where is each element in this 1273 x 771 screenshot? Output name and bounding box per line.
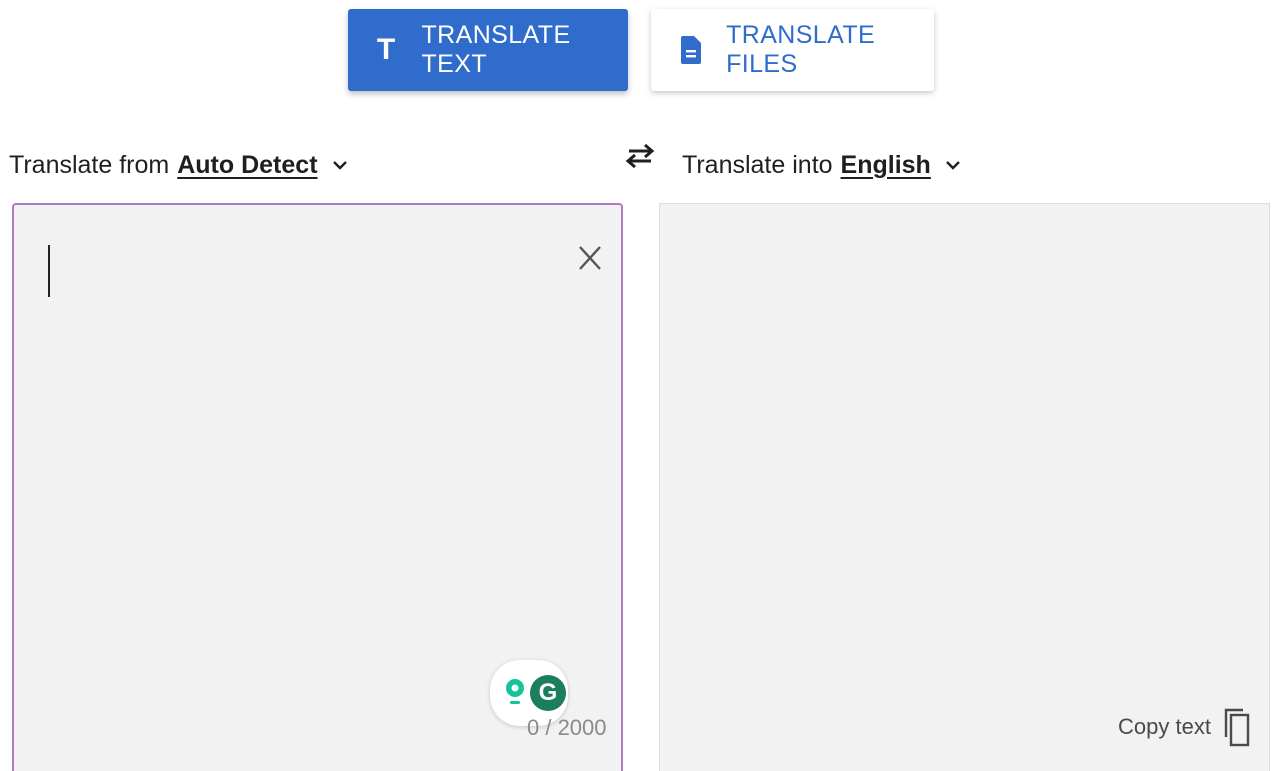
copy-text-label: Copy text [1118,714,1211,739]
source-language-dropdown[interactable]: Auto Detect [177,151,317,180]
lightbulb-icon [502,676,528,710]
grammarly-logo-icon: G [530,675,566,711]
translate-files-label: TRANSLATE FILES [726,21,876,78]
chevron-down-icon[interactable] [945,159,961,171]
swap-languages-button[interactable] [620,140,660,176]
text-cursor [48,245,50,297]
swap-arrows-icon [623,141,657,176]
source-text-panel: G 0 / 2000 [12,203,623,771]
target-language-prefix: Translate into [682,150,833,179]
clear-text-button[interactable] [576,245,604,275]
target-language-selector: Translate into English [682,143,961,187]
source-language-prefix: Translate from [9,150,170,179]
chevron-down-icon[interactable] [332,159,348,171]
copy-text-button[interactable]: Copy text [1118,704,1251,750]
character-count: 0 / 2000 [527,715,607,740]
file-document-icon [681,35,702,65]
source-text-input[interactable] [44,239,568,663]
copy-icon [1223,707,1251,747]
translate-files-tab[interactable]: TRANSLATE FILES [651,9,934,91]
text-format-icon: T [376,33,396,66]
source-language-selector: Translate from Auto Detect [9,143,348,187]
close-icon [578,245,602,276]
translation-output-panel: Copy text [659,203,1270,771]
target-language-dropdown[interactable]: English [841,151,931,180]
translate-text-label: TRANSLATE TEXT [421,21,571,78]
translate-text-tab[interactable]: T TRANSLATE TEXT [348,9,628,91]
